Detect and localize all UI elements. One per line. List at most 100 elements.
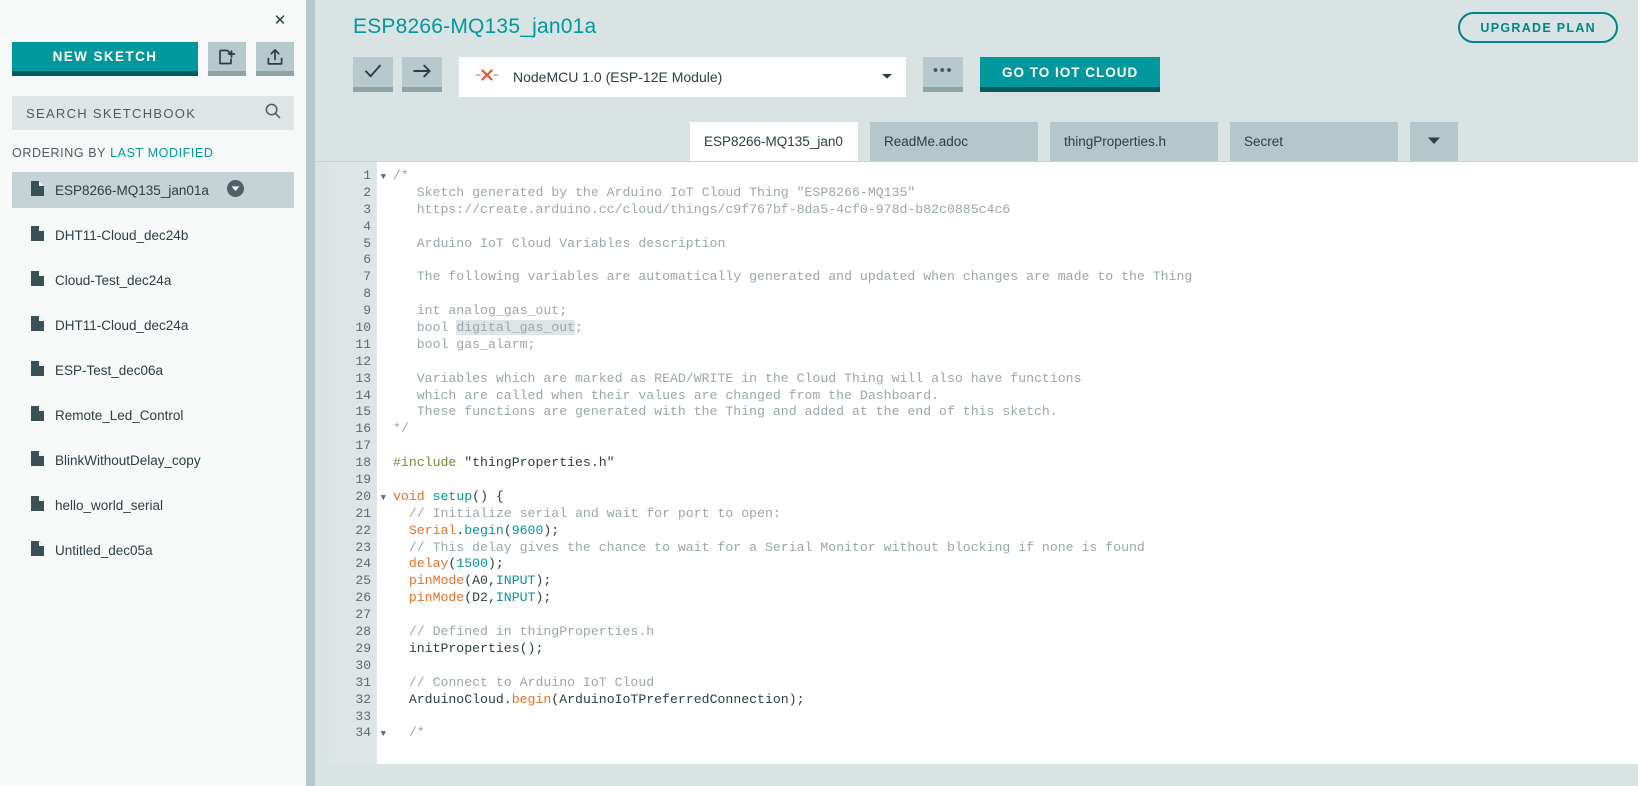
line-number: 21	[355, 505, 371, 521]
code-token: bool	[393, 320, 457, 336]
verify-button[interactable]	[353, 57, 393, 92]
code-line: // Connect to Arduino IoT Cloud	[393, 675, 1638, 692]
sketch-list-item[interactable]: Cloud-Test_dec24a	[12, 262, 294, 298]
file-tab[interactable]: Secret	[1230, 122, 1398, 161]
file-tab[interactable]: ReadMe.adoc	[870, 122, 1038, 161]
close-icon[interactable]: ✕	[270, 11, 290, 31]
line-number: 32	[355, 691, 371, 707]
more-options-button[interactable]: •••	[923, 57, 963, 92]
code-token: which are called when their values are c…	[393, 387, 940, 403]
line-number: 18	[355, 455, 371, 471]
line-number: 25	[355, 573, 371, 589]
code-line: bool gas_alarm;	[393, 337, 1638, 354]
file-tabs-overflow-button[interactable]	[1410, 122, 1458, 161]
fold-toggle-icon[interactable]: ▼	[381, 726, 386, 743]
upload-button[interactable]	[402, 57, 442, 92]
search-icon[interactable]	[264, 102, 282, 125]
upgrade-plan-button[interactable]: UPGRADE PLAN	[1458, 12, 1618, 43]
search-input[interactable]	[24, 104, 264, 122]
new-sketch-button[interactable]: NEW SKETCH	[12, 42, 198, 76]
file-icon	[30, 225, 45, 245]
code-token: // Connect to Arduino IoT Cloud	[393, 674, 655, 690]
code-token: #include	[393, 455, 457, 471]
code-token: INPUT	[495, 590, 536, 606]
code-line: which are called when their values are c…	[393, 388, 1638, 405]
sketch-name: Untitled_dec05a	[55, 542, 153, 558]
line-number: 34 ▼	[329, 725, 386, 742]
line-number: 7	[363, 269, 371, 285]
line-number: 15	[355, 404, 371, 420]
sketch-list-item[interactable]: DHT11-Cloud_dec24b	[12, 217, 294, 253]
line-number: 11	[355, 336, 371, 352]
sketch-name: ESP-Test_dec06a	[55, 362, 164, 378]
sketch-name: Remote_Led_Control	[55, 407, 184, 423]
fold-toggle-icon[interactable]: ▼	[381, 490, 386, 507]
sketch-list: ESP8266-MQ135_jan01a DHT11-Cloud_dec24b Cl…	[0, 172, 306, 577]
code-line: bool digital_gas_out;	[393, 320, 1638, 337]
code-token: begin	[511, 691, 552, 707]
code-token: 9600	[511, 522, 544, 538]
sketch-list-item[interactable]: ESP-Test_dec06a	[12, 352, 294, 388]
line-number: 22	[355, 522, 371, 538]
file-icon	[30, 270, 45, 290]
sketch-list-item[interactable]: Remote_Led_Control	[12, 397, 294, 433]
sketch-list-item[interactable]: ESP8266-MQ135_jan01a	[12, 172, 294, 208]
line-number: 20 ▼	[329, 489, 386, 506]
code-line: https://create.arduino.cc/cloud/things/c…	[393, 202, 1638, 219]
line-number: 16	[355, 421, 371, 437]
editor-left-gap	[315, 162, 329, 786]
fold-toggle-icon[interactable]: ▼	[381, 169, 386, 186]
go-to-iot-cloud-button[interactable]: GO TO IOT CLOUD	[980, 57, 1161, 92]
file-tab[interactable]: thingProperties.h	[1050, 122, 1218, 161]
line-number: 19	[355, 472, 371, 488]
ordering-row: ORDERING BY LAST MODIFIED	[0, 130, 306, 166]
code-token: begin	[464, 522, 504, 538]
sketch-menu-icon[interactable]	[226, 180, 244, 200]
line-number: 5	[363, 235, 371, 251]
sketch-list-item[interactable]: Untitled_dec05a	[12, 532, 294, 568]
code-line: /*	[393, 168, 1638, 185]
new-file-icon-button[interactable]	[208, 42, 246, 76]
board-selector[interactable]: NodeMCU 1.0 (ESP-12E Module)	[459, 57, 906, 97]
code-token: (	[503, 522, 512, 538]
code-token: "thingProperties.h"	[456, 455, 615, 471]
code-line: initProperties();	[393, 641, 1638, 658]
file-tab[interactable]: ESP8266-MQ135_jan01a.i	[690, 122, 858, 161]
ordering-value[interactable]: LAST MODIFIED	[110, 146, 213, 160]
code-content[interactable]: /* Sketch generated by the Arduino IoT C…	[377, 162, 1638, 786]
line-number: 6	[363, 252, 371, 268]
line-number: 33	[355, 708, 371, 724]
sketch-list-item[interactable]: DHT11-Cloud_dec24a	[12, 307, 294, 343]
sketch-list-item[interactable]: hello_world_serial	[12, 487, 294, 523]
sidebar-resize-handle[interactable]	[306, 0, 315, 786]
code-token: int analog_gas_out;	[393, 303, 568, 319]
line-number: 26	[355, 590, 371, 606]
code-token: // Defined in thingProperties.h	[393, 624, 655, 640]
page-title: ESP8266-MQ135_jan01a	[353, 15, 597, 38]
line-number: 4	[363, 218, 371, 234]
search-sketchbook-field[interactable]	[12, 96, 294, 130]
code-token: /*	[393, 168, 409, 183]
sketch-list-item[interactable]: BlinkWithoutDelay_copy	[12, 442, 294, 478]
code-editor[interactable]: 1 ▼ 2 3 4 5 6 7 8 9 10 11 12 13 14 15 16 17 18 19 20 ▼ 21 22 23 2…	[329, 162, 1638, 786]
code-token: );	[487, 556, 504, 572]
file-icon	[30, 360, 45, 380]
line-number: 9	[363, 303, 371, 319]
code-token: Sketch generated by the Arduino IoT Clou…	[393, 184, 916, 200]
code-token: );	[543, 522, 560, 538]
code-token: pinMode	[408, 590, 465, 606]
chevron-down-icon	[880, 68, 894, 86]
sketch-name: DHT11-Cloud_dec24a	[55, 317, 189, 333]
code-token: Arduino IoT Cloud Variables description	[393, 235, 726, 251]
upload-sketch-button[interactable]	[256, 42, 294, 76]
sketch-name: BlinkWithoutDelay_copy	[55, 452, 201, 468]
chevron-down-icon	[1426, 133, 1442, 151]
new-file-icon	[217, 47, 237, 67]
sidebar-close-row: ✕	[0, 0, 306, 42]
